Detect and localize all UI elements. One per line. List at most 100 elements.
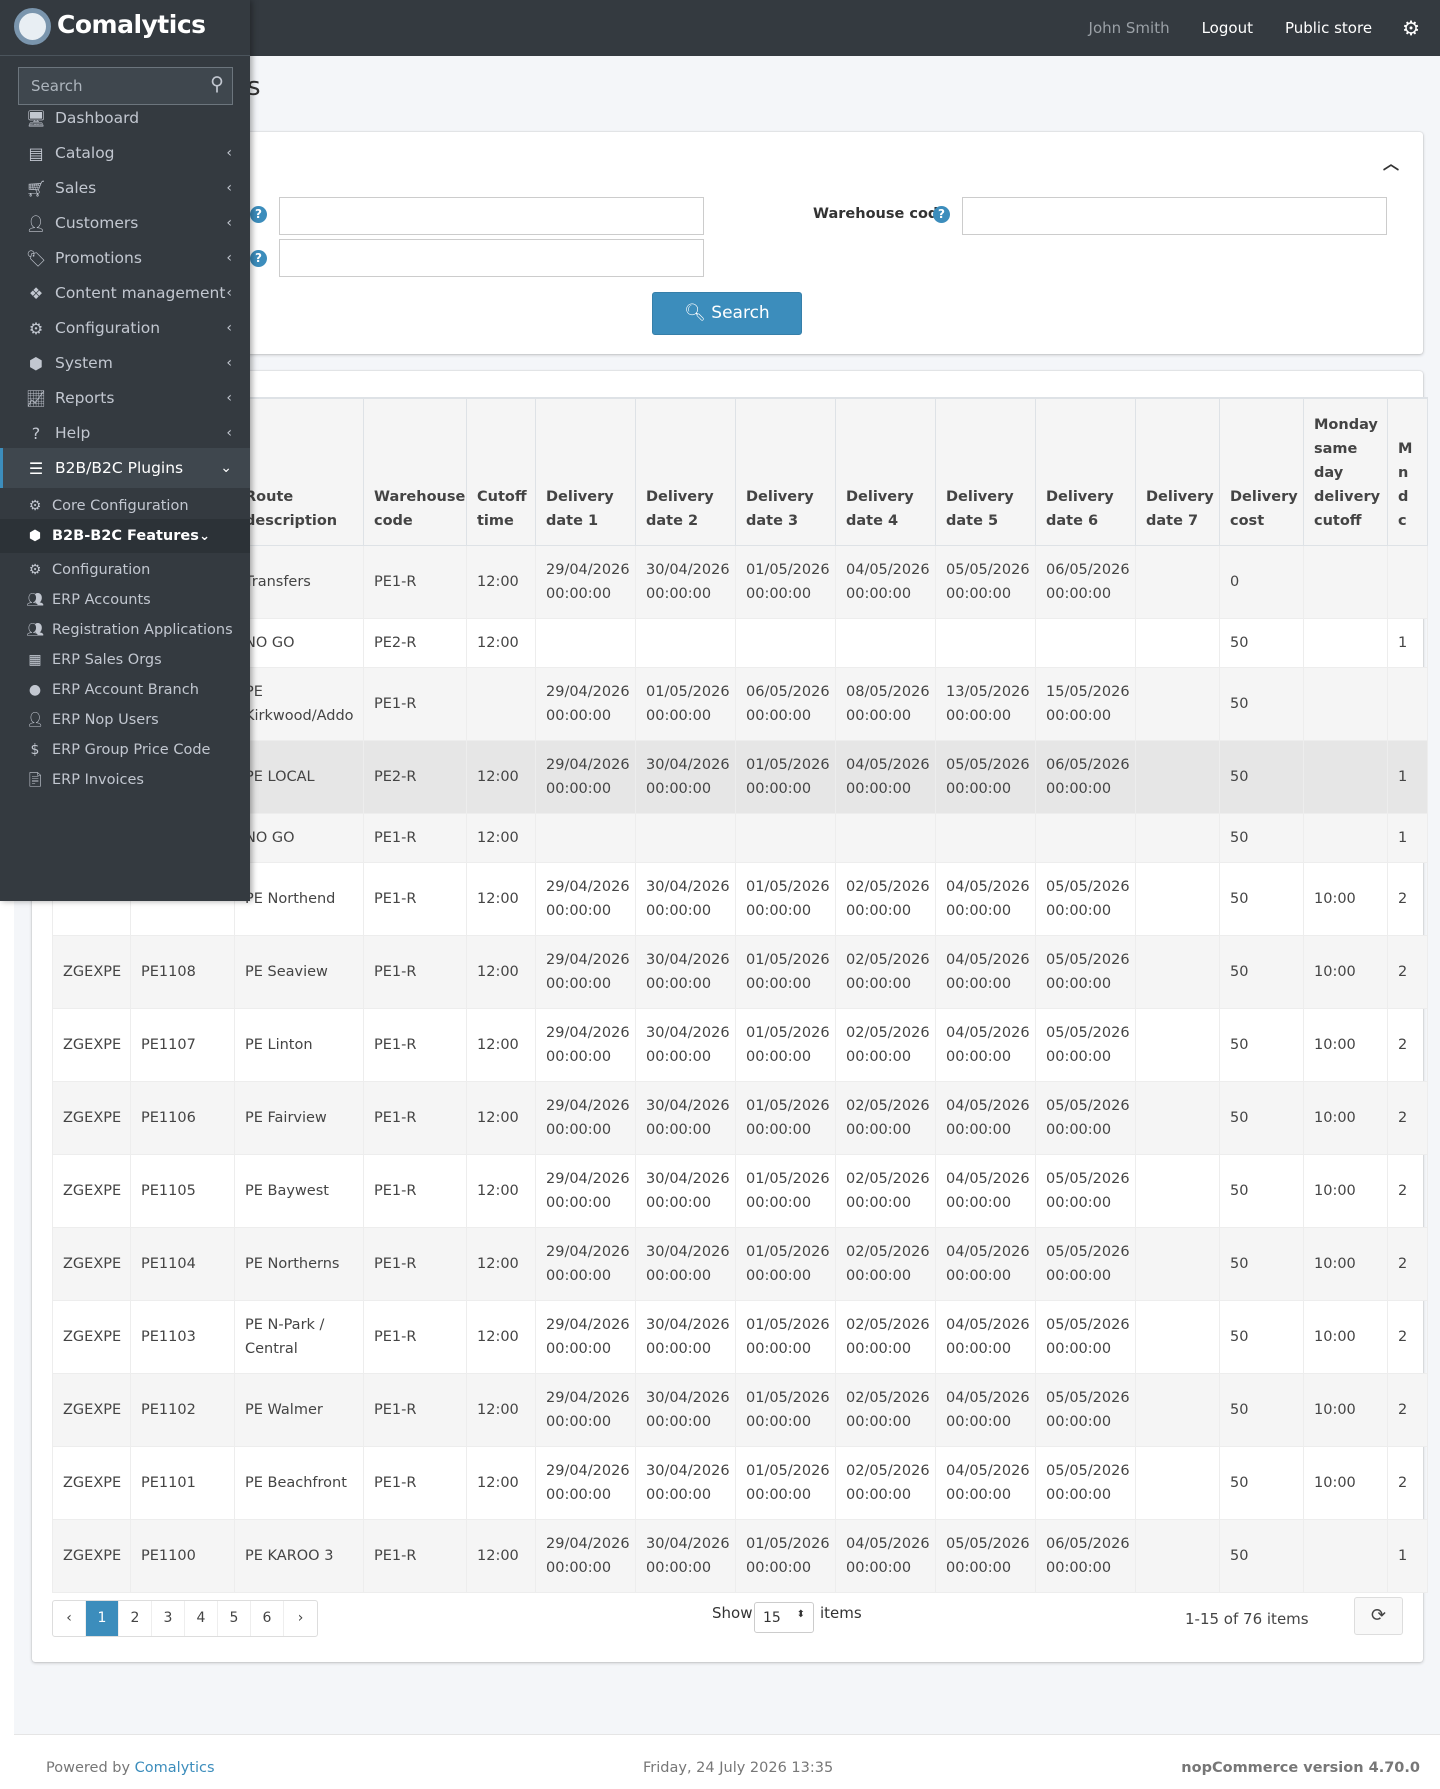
column-header[interactable]: Delivery date 5 <box>935 397 1036 546</box>
collapse-chevron-up-icon[interactable]: ︿ <box>1383 150 1399 174</box>
refresh-icon[interactable]: ⟳ <box>1354 1597 1403 1635</box>
table-row[interactable]: ZGEXPE PE1101 PE Beachfront PE1-R 12:00 29/04… <box>52 1445 1428 1520</box>
chart-line-icon: 📈︎ <box>25 388 47 408</box>
search-field-input[interactable] <box>279 197 704 235</box>
page-3[interactable]: 3 <box>152 1601 185 1636</box>
settings-gear-icon[interactable]: ⚙ <box>1402 16 1420 40</box>
table-cell: 29/04/2026 00:00:00 <box>535 666 636 741</box>
sidebar-item-promotions[interactable]: 🏷︎ Promotions ‹ <box>0 238 250 278</box>
sidebar-item-customers[interactable]: 👤︎ Customers ‹ <box>0 203 250 243</box>
table-cell: 04/05/2026 00:00:00 <box>935 1080 1036 1155</box>
table-row[interactable]: ZGEXPE PE1104 PE Northerns PE1-R 12:00 29/04/… <box>52 1226 1428 1301</box>
sidebar-feature-erp-sales-orgs[interactable]: ▦ ERP Sales Orgs <box>0 643 250 677</box>
column-header[interactable]: Delivery date 3 <box>735 397 836 546</box>
column-header[interactable]: Cutoff time <box>466 397 536 546</box>
column-header[interactable]: M n d c <box>1387 397 1428 546</box>
column-header[interactable]: Monday same day delivery cutoff <box>1303 397 1388 546</box>
items-count: 1-15 of 76 items <box>1185 1610 1309 1628</box>
table-row[interactable]: ZGEXPE PE1102 PE Walmer PE1-R 12:00 29/04/202… <box>52 1372 1428 1447</box>
table-body: Transfers PE1-R 12:00 29/04/2026 00:00:00 30… <box>52 544 1428 1593</box>
powered-by-link[interactable]: Comalytics <box>135 1760 215 1776</box>
page-1[interactable]: 1 <box>86 1601 119 1636</box>
sidebar-feature-configuration[interactable]: ⚙ Configuration <box>0 553 250 587</box>
help-question-icon[interactable]: ? <box>933 206 950 223</box>
column-header[interactable]: Delivery cost <box>1219 397 1304 546</box>
sidebar-subitem-b2b-b2c-features[interactable]: ⬢ B2B-B2C Features ⌄ <box>0 519 250 553</box>
sidebar-feature-registration-applications[interactable]: 👥︎ Registration Applications <box>0 613 250 647</box>
sidebar-feature-erp-nop-users[interactable]: 👤︎ ERP Nop Users <box>0 703 250 737</box>
table-cell: 30/04/2026 00:00:00 <box>635 544 736 619</box>
search-button[interactable]: 🔍︎ Search <box>652 292 802 335</box>
table-row[interactable]: Transfers PE1-R 12:00 29/04/2026 00:00:00 30… <box>52 544 1428 619</box>
column-header[interactable]: Delivery date 2 <box>635 397 736 546</box>
column-header[interactable]: Delivery date 7 <box>1135 397 1220 546</box>
next-page-icon[interactable]: › <box>284 1601 317 1636</box>
column-header[interactable]: Delivery date 6 <box>1035 397 1136 546</box>
page-2[interactable]: 2 <box>119 1601 152 1636</box>
column-header[interactable]: Route description <box>234 397 364 546</box>
table-cell: 29/04/2026 00:00:00 <box>535 1226 636 1301</box>
table-cell: 1 <box>1387 739 1428 814</box>
help-question-icon[interactable]: ? <box>250 206 267 223</box>
users-icon: 👥︎ <box>26 592 44 608</box>
table-row[interactable]: ZGEXPE PE1103 PE N-Park / Central PE1-R 12:0… <box>52 1299 1428 1374</box>
sidebar-item-sales[interactable]: 🛒︎ Sales ‹ <box>0 168 250 208</box>
table-cell <box>1135 617 1220 668</box>
column-header[interactable]: Warehouse code <box>363 397 467 546</box>
search-field-input[interactable] <box>279 239 704 277</box>
table-cell: 2 <box>1387 1226 1428 1301</box>
help-question-icon[interactable]: ? <box>250 250 267 267</box>
table-cell: 04/05/2026 00:00:00 <box>935 1445 1036 1520</box>
sidebar-item-reports[interactable]: 📈︎ Reports ‹ <box>0 378 250 418</box>
sidebar-item-b2b-b2c-plugins[interactable]: ☰ B2B/B2C Plugins ⌄ <box>0 448 250 488</box>
page-6[interactable]: 6 <box>251 1601 284 1636</box>
page-size-select[interactable]: 15 ⬍ <box>754 1602 814 1633</box>
table-cell: 10:00 <box>1303 1226 1388 1301</box>
table-cell: 50 <box>1219 934 1304 1009</box>
table-row[interactable]: NO GO PE2-R 12:00 50 1 <box>52 617 1428 668</box>
table-cell: NO GO <box>234 812 364 863</box>
sidebar-item-dashboard[interactable]: 🖥︎ Dashboard <box>0 98 250 138</box>
sidebar-feature-erp-accounts[interactable]: 👥︎ ERP Accounts <box>0 583 250 617</box>
table-cell: PE1-R <box>363 1153 467 1228</box>
sidebar-feature-erp-invoices[interactable]: 📄︎ ERP Invoices <box>0 763 250 797</box>
page-5[interactable]: 5 <box>218 1601 251 1636</box>
warehouse-code-input[interactable] <box>962 197 1387 235</box>
public-store-link[interactable]: Public store <box>1285 19 1372 37</box>
table-cell: 01/05/2026 00:00:00 <box>735 1007 836 1082</box>
table-row[interactable]: ZGEXPE PE1105 PE Baywest PE1-R 12:00 29/04/20… <box>52 1153 1428 1228</box>
table-row[interactable]: ZGEXPE PE1106 PE Fairview PE1-R 12:00 29/04/2… <box>52 1080 1428 1155</box>
sidebar-item-configuration[interactable]: ⚙ Configuration ‹ <box>0 308 250 348</box>
table-row[interactable]: PE Kirkwood/Addo PE1-R 29/04/2026 00:00:00… <box>52 666 1428 741</box>
table-cell: PE LOCAL <box>234 739 364 814</box>
column-header[interactable]: Delivery date 4 <box>835 397 936 546</box>
table-row[interactable]: PE LOCAL PE2-R 12:00 29/04/2026 00:00:00 30/… <box>52 739 1428 814</box>
table-row[interactable]: ZGEXPE PE1107 PE Linton PE1-R 12:00 29/04/202… <box>52 1007 1428 1082</box>
circle-icon: ● <box>28 682 42 698</box>
sidebar-feature-erp-account-branch[interactable]: ● ERP Account Branch <box>0 673 250 707</box>
table-cell: 04/05/2026 00:00:00 <box>935 1299 1036 1374</box>
sidebar-item-content-management[interactable]: ❖ Content management ‹ <box>0 273 250 313</box>
brand-name: Comalytics <box>57 10 206 39</box>
table-row[interactable]: ZGEXPE PE1108 PE Seaview PE1-R 12:00 29/04/20… <box>52 934 1428 1009</box>
user-name[interactable]: John Smith <box>1089 19 1170 37</box>
table-cell: 01/05/2026 00:00:00 <box>635 666 736 741</box>
column-header[interactable]: Delivery date 1 <box>535 397 636 546</box>
logout-link[interactable]: Logout <box>1202 19 1253 37</box>
table-row[interactable]: ZGEXPE PE1100 PE KAROO 3 PE1-R 12:00 29/04/20… <box>52 1518 1428 1593</box>
brand[interactable]: Comalytics <box>0 0 250 56</box>
table-row[interactable]: NO GO PE1-R 12:00 50 1 <box>52 812 1428 863</box>
table-cell: 10:00 <box>1303 1080 1388 1155</box>
prev-page-icon[interactable]: ‹ <box>53 1601 86 1636</box>
sidebar-item-system[interactable]: ⬢ System ‹ <box>0 343 250 383</box>
sidebar-item-label: Reports <box>55 389 115 407</box>
search-icon[interactable]: ⚲ <box>210 73 224 95</box>
sidebar-subitem-core-configuration[interactable]: ⚙ Core Configuration <box>0 489 250 523</box>
page-4[interactable]: 4 <box>185 1601 218 1636</box>
sidebar-feature-erp-group-price-code[interactable]: $ ERP Group Price Code <box>0 733 250 767</box>
table-cell: 10:00 <box>1303 934 1388 1009</box>
table-cell: PE Beachfront <box>234 1445 364 1520</box>
table-row[interactable]: PE Northend PE1-R 12:00 29/04/2026 00:00:00… <box>52 861 1428 936</box>
sidebar-item-help[interactable]: ? Help ‹ <box>0 413 250 453</box>
sidebar-item-catalog[interactable]: ▤ Catalog ‹ <box>0 133 250 173</box>
